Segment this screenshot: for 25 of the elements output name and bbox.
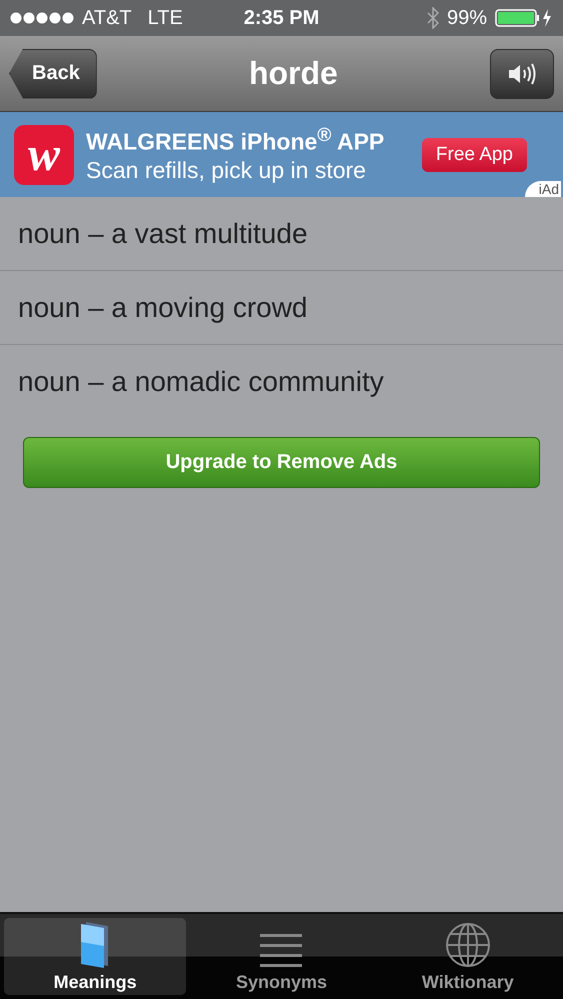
carrier-label: AT&T bbox=[82, 6, 132, 30]
iad-label: iAd bbox=[524, 181, 561, 197]
ad-subline: Scan refills, pick up in store bbox=[86, 157, 367, 184]
logo-letter: w bbox=[14, 124, 74, 184]
globe-icon bbox=[444, 922, 491, 968]
ad-headline: WALGREENS iPhone$^{®}$ APP bbox=[86, 124, 386, 156]
speaker-button[interactable] bbox=[490, 48, 554, 98]
battery-charging-icon bbox=[495, 8, 553, 28]
free-app-button[interactable]: Free App bbox=[422, 138, 527, 172]
network-label: LTE bbox=[148, 6, 183, 30]
ad-banner[interactable]: w WALGREENS iPhone$^{®}$ APP Scan refills, pick up in store Free App iAd bbox=[0, 112, 563, 197]
meaning-row[interactable]: noun – a vast multitude bbox=[0, 197, 563, 271]
meaning-row[interactable]: noun – a moving crowd bbox=[0, 271, 563, 345]
tab[interactable]: Synonyms bbox=[190, 918, 373, 995]
speaker-icon bbox=[507, 62, 537, 86]
clock-time: 2:35 PM bbox=[244, 6, 320, 30]
word-title: horde bbox=[248, 55, 339, 92]
back-button[interactable]: Back bbox=[9, 48, 97, 98]
list-icon bbox=[260, 934, 302, 968]
tab[interactable]: Wiktionary bbox=[376, 918, 559, 995]
meaning-row[interactable]: noun – a nomadic community bbox=[0, 345, 563, 419]
battery-percent: 99% bbox=[446, 6, 487, 30]
bluetooth-icon bbox=[426, 7, 439, 29]
signal-icon bbox=[10, 12, 76, 24]
tab[interactable]: Meanings bbox=[4, 918, 186, 995]
